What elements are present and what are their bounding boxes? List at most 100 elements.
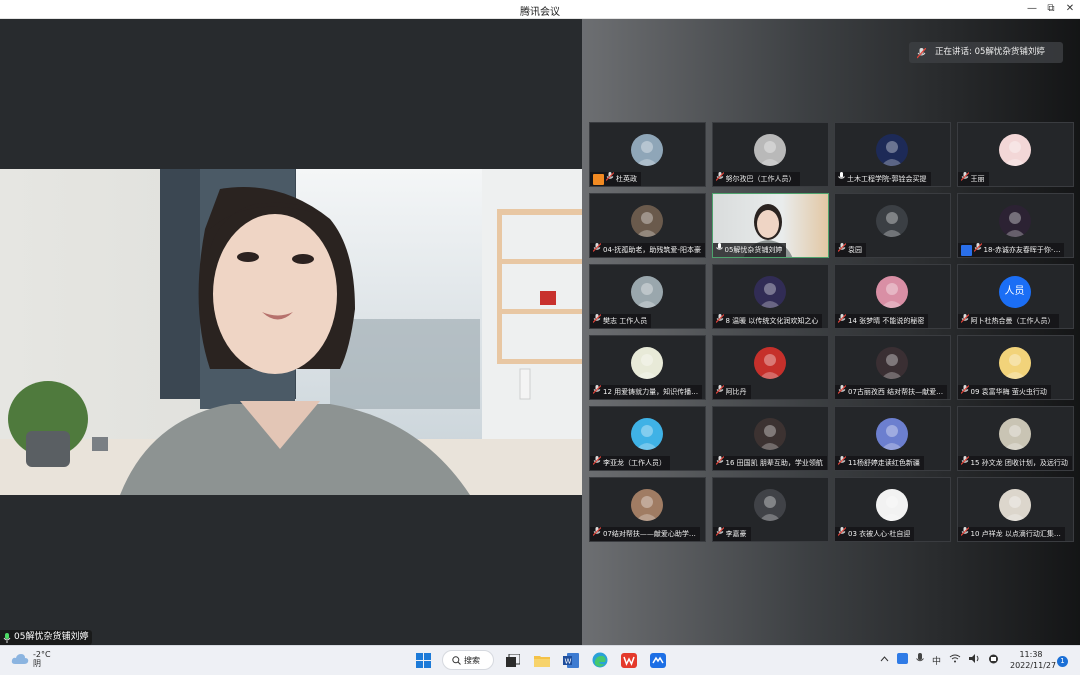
participant-name-tag: 李嘉豪 <box>712 527 751 541</box>
participant-name: 15 孙文龙 团收计划，及远行动 <box>970 459 1068 467</box>
participant-tile[interactable]: 8 温暖 以传统文化润欢知之心 <box>711 264 829 329</box>
system-tray: 中 <box>880 653 999 667</box>
participant-avatar <box>876 205 908 237</box>
participant-tile[interactable]: 努尔孜巴（工作人员） <box>711 122 829 187</box>
participant-tile[interactable]: 杜英政 <box>589 122 706 187</box>
windows-logo-icon <box>415 652 431 668</box>
participant-tile[interactable]: 袁园 <box>834 193 951 258</box>
taskbar-search[interactable]: 搜索 <box>442 650 494 670</box>
folder-icon <box>534 655 550 667</box>
participant-name-tag: 杜英政 <box>590 172 641 186</box>
participant-avatar <box>631 205 663 237</box>
participant-tile[interactable]: 土木工程学院-郭铨会买提 <box>834 122 951 187</box>
participant-tile[interactable]: 18-赤诚亦友春晖于你-… <box>956 193 1074 258</box>
battery-icon[interactable] <box>988 654 999 667</box>
wps-icon <box>621 652 637 668</box>
participant-name-tag: 09 袁富华梅 萤火虫行动 <box>957 385 1051 399</box>
participant-tile[interactable]: 王丽 <box>956 122 1074 187</box>
mic-muted-icon <box>960 456 969 470</box>
participant-tile[interactable]: 樊志 工作人员 <box>589 264 706 329</box>
tencent-meeting-button[interactable] <box>648 650 668 670</box>
minimize-button[interactable]: — <box>1024 2 1040 16</box>
volume-icon[interactable] <box>969 654 980 666</box>
participant-tile[interactable]: 04-抚孤助老，助残筑爱-阳本豪 <box>589 193 706 258</box>
participant-tile[interactable]: 阿比丹 <box>711 335 829 400</box>
main-video-area: 05解忧杂货铺刘婷 <box>0 19 582 645</box>
participant-tile[interactable]: 03 衣被人心·杜自迎 <box>834 477 951 542</box>
mic-on-icon <box>715 243 723 257</box>
participant-tile[interactable]: 李嘉豪 <box>711 477 829 542</box>
participant-tile[interactable]: 10 卢祥龙 以点滴行动汇集… <box>956 477 1074 542</box>
participant-name: 16 田国凯 朋辈互助，学业领航 <box>725 459 823 467</box>
participant-name: 12 用爱铸就力量，知识传播… <box>603 388 699 396</box>
participant-name-tag: 07古丽孜西 结对帮扶—献爱… <box>835 385 948 399</box>
participant-name-tag: 05解忧杂货铺刘婷 <box>712 243 787 257</box>
participant-name: 土木工程学院-郭铨会买提 <box>847 175 927 183</box>
participant-name-tag: 14 张梦晴 不能说的秘密 <box>835 314 929 328</box>
participant-name: 14 张梦晴 不能说的秘密 <box>848 317 925 325</box>
participant-tile[interactable]: 07古丽孜西 结对帮扶—献爱… <box>834 335 951 400</box>
participant-tile[interactable]: 12 用爱铸就力量，知识传播… <box>589 335 706 400</box>
participant-name: 李亚龙（工作人员） <box>603 459 666 467</box>
participant-name-tag: 15 孙文龙 团收计划，及远行动 <box>957 456 1072 470</box>
task-view-button[interactable] <box>503 650 523 670</box>
speaker-video[interactable] <box>0 169 582 495</box>
participant-name: 袁园 <box>848 246 862 254</box>
participant-tile[interactable]: 05解忧杂货铺刘婷 <box>711 193 829 258</box>
participant-tile[interactable]: 人员 阿卜杜热合曼（工作人员） <box>956 264 1074 329</box>
participant-name-tag: 07结对帮扶——献爱心助学… <box>590 527 700 541</box>
participant-name: 王丽 <box>970 175 985 183</box>
clock[interactable]: 11:38 2022/11/27 <box>1010 649 1056 671</box>
edge-icon <box>592 652 608 668</box>
chevron-up-icon[interactable] <box>880 655 889 665</box>
wifi-icon[interactable] <box>949 654 961 666</box>
participant-tile[interactable]: 11杨舒婷走读红色新疆 <box>834 406 951 471</box>
notification-badge[interactable]: 1 <box>1057 656 1068 667</box>
participant-avatar <box>753 276 786 308</box>
title-bar: 腾讯会议 — ⧉ ✕ <box>0 0 1080 19</box>
edge-button[interactable] <box>590 650 610 670</box>
microphone-icon[interactable] <box>916 653 924 667</box>
participant-name-tag: 樊志 工作人员 <box>590 314 652 328</box>
window-title: 腾讯会议 <box>520 7 560 18</box>
participant-name-tag: 阿比丹 <box>712 385 751 399</box>
participant-avatar: 人员 <box>998 276 1031 308</box>
weather-widget[interactable]: -2°C 阴 <box>11 650 51 668</box>
now-speaking-prefix: 正在讲话: <box>935 47 975 57</box>
participant-name: 11杨舒婷走读红色新疆 <box>848 459 920 467</box>
participant-name-tag: 18-赤诚亦友春晖于你-… <box>957 243 1065 257</box>
file-explorer-button[interactable] <box>532 650 552 670</box>
participant-tile[interactable]: 14 张梦晴 不能说的秘密 <box>834 264 951 329</box>
participant-tile[interactable]: 07结对帮扶——献爱心助学… <box>589 477 706 542</box>
participant-tile[interactable]: 李亚龙（工作人员） <box>589 406 706 471</box>
meeting-tray-icon[interactable] <box>897 653 908 667</box>
participant-name: 李嘉豪 <box>725 530 747 538</box>
mic-muted-icon <box>715 527 724 541</box>
start-button[interactable] <box>413 650 433 670</box>
participant-tile[interactable]: 09 袁富华梅 萤火虫行动 <box>956 335 1074 400</box>
wps-button[interactable] <box>619 650 639 670</box>
mic-muted-icon <box>837 314 847 328</box>
speaker-name: 05解忧杂货铺刘婷 <box>14 632 89 642</box>
participant-avatar <box>753 134 786 166</box>
mic-muted-icon <box>837 527 847 541</box>
participant-name: 03 衣被人心·杜自迎 <box>848 530 911 538</box>
restore-button[interactable]: ⧉ <box>1043 2 1059 16</box>
mic-muted-icon <box>715 385 724 399</box>
mic-muted-icon <box>960 385 969 399</box>
participant-tile[interactable]: 15 孙文龙 团收计划，及远行动 <box>956 406 1074 471</box>
taskbar-apps: 搜索 W <box>413 650 668 670</box>
mic-muted-icon <box>715 456 724 470</box>
weather-desc: 阴 <box>33 659 41 668</box>
participant-avatar <box>998 347 1031 379</box>
input-method-indicator[interactable]: 中 <box>932 654 941 667</box>
participant-grid: 杜英政 努尔孜巴（工作人员） 土木工程学院-郭铨会买提 王丽 04-抚孤助老，助残筑爱-… <box>589 122 1074 542</box>
participant-avatar <box>998 205 1031 237</box>
participant-avatar <box>753 347 786 379</box>
word-button[interactable]: W <box>561 650 581 670</box>
mic-muted-icon <box>837 385 847 399</box>
close-button[interactable]: ✕ <box>1062 2 1078 16</box>
participant-tile[interactable]: 16 田国凯 朋辈互助，学业领航 <box>711 406 829 471</box>
participant-name-tag: 04-抚孤助老，助残筑爱-阳本豪 <box>590 243 705 257</box>
participant-name-tag: 8 温暖 以传统文化润欢知之心 <box>712 314 823 328</box>
